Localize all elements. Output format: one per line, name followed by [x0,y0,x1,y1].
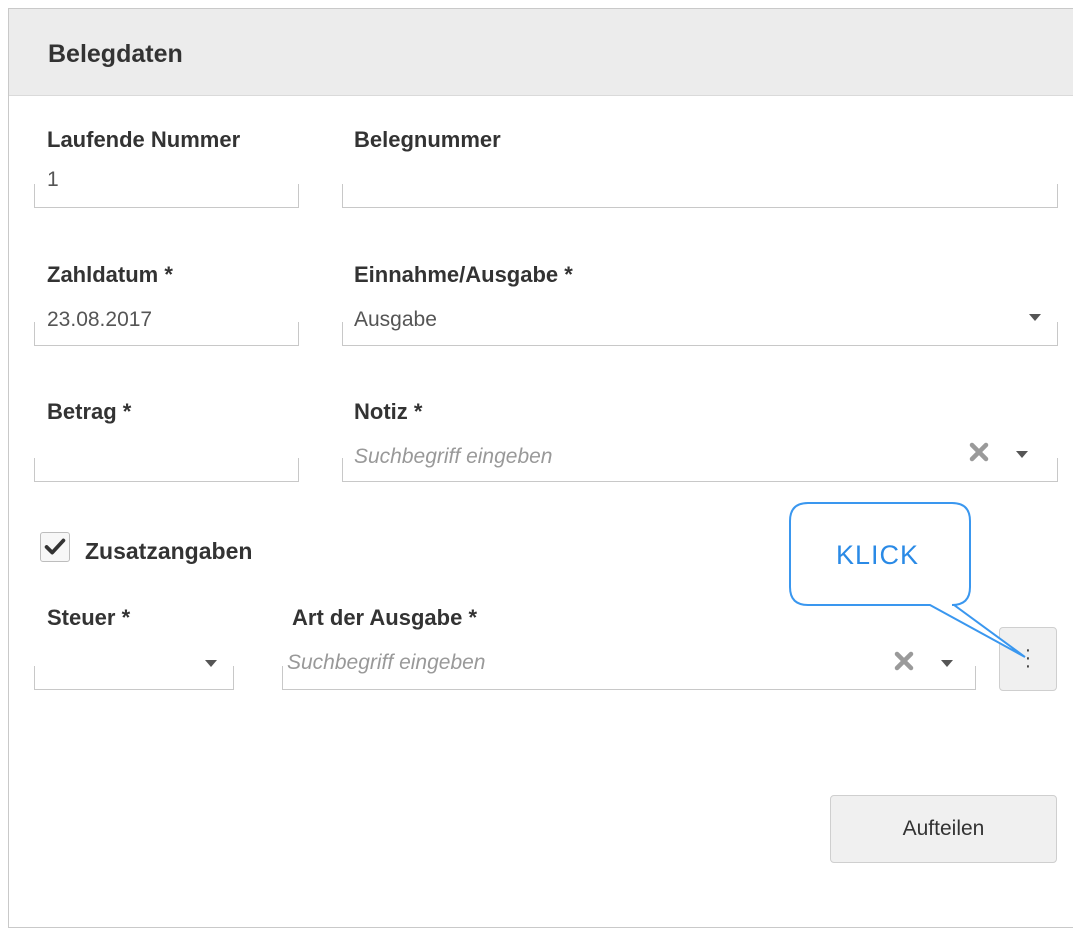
aufteilen-button[interactable]: Aufteilen [830,795,1057,863]
laufende-nummer-label: Laufende Nummer [47,127,241,152]
panel-title: Belegdaten [48,40,183,68]
einnahme-ausgabe-label: Einnahme/Ausgabe * [354,262,573,287]
laufende-nummer-field[interactable] [34,184,299,208]
art-der-ausgabe-placeholder: Suchbegriff eingeben [287,651,486,674]
notiz-placeholder: Suchbegriff eingeben [354,445,553,468]
einnahme-ausgabe-select[interactable] [342,322,1058,346]
caret-down-icon[interactable] [1029,314,1041,321]
panel-header: Belegdaten [9,9,1073,96]
betrag-field[interactable] [34,458,299,482]
checkmark-icon [44,538,66,555]
clear-x-icon[interactable] [969,442,989,462]
klick-callout [789,502,1026,658]
steuer-select[interactable] [34,666,234,690]
caret-down-icon[interactable] [205,660,217,667]
art-der-ausgabe-label: Art der Ausgabe * [292,605,478,630]
zahldatum-value: 23.08.2017 [47,308,153,331]
zusatzangaben-label: Zusatzangaben [85,538,253,564]
einnahme-ausgabe-value: Ausgabe [354,308,437,331]
betrag-label: Betrag * [47,399,132,424]
zusatzangaben-checkbox[interactable] [40,532,70,562]
steuer-label: Steuer * [47,605,131,630]
zahldatum-label: Zahldatum * [47,262,173,287]
belegnummer-field[interactable] [342,184,1058,208]
caret-down-icon[interactable] [1016,451,1028,458]
belegnummer-label: Belegnummer [354,127,501,152]
laufende-nummer-value: 1 [47,168,59,191]
callout-text: KLICK [835,540,920,570]
notiz-label: Notiz * [354,399,423,424]
